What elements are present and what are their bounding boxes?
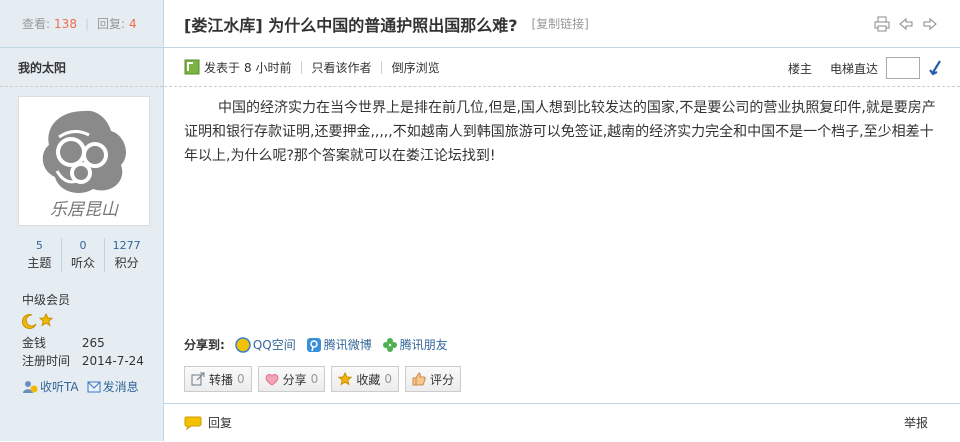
post-title[interactable]: [娄江水库] 为什么中国的普通护照出国那么难? <box>184 12 517 36</box>
online-status-icon <box>184 59 200 75</box>
post-meta: 发表于 8 小时前 | 只看该作者 | 倒序浏览 楼主 电梯直达 <box>164 48 960 87</box>
floor-controls: 楼主 电梯直达 <box>788 57 942 79</box>
post-content: 中国的经济实力在当今世界上是排在前几位,但是,国人想到比较发达的国家,不是要公司… <box>184 100 936 164</box>
stat-followers[interactable]: 0 听众 <box>62 238 106 272</box>
share-bar: 分享到: QQ空间 腾讯微博 腾讯朋友 <box>184 336 448 353</box>
prev-thread-icon[interactable] <box>898 16 914 32</box>
divider: | <box>379 60 384 74</box>
moon-icon <box>22 314 37 329</box>
favorite-button[interactable]: 收藏 0 <box>331 366 399 392</box>
share-label-text: QQ空间 <box>252 338 296 352</box>
floor-label: 楼主 <box>787 61 812 76</box>
stat-value: 1277 <box>112 239 141 252</box>
stat-label: 主题 <box>27 256 52 270</box>
stat-label: 听众 <box>71 256 96 270</box>
copy-link-button[interactable]: [复制链接] <box>531 15 588 32</box>
message-label: 发消息 <box>102 380 139 394</box>
avatar-logo-icon: 乐居昆山 <box>42 110 126 220</box>
user-rank[interactable]: 中级会员 <box>22 291 70 308</box>
share-label: 分享到: <box>184 338 225 352</box>
divider: | <box>299 60 304 74</box>
follow-button[interactable]: 收听TA <box>22 378 79 395</box>
reply-button[interactable]: 回复 <box>184 414 232 431</box>
info-key: 金钱 <box>22 336 47 350</box>
share-label-text: 腾讯朋友 <box>399 338 448 352</box>
tencent-weibo-icon <box>306 337 321 352</box>
heart-icon <box>265 373 279 386</box>
clover-icon <box>382 337 397 352</box>
jump-label: 电梯直达 <box>829 61 878 76</box>
jump-go-icon[interactable] <box>928 60 942 76</box>
stat-value: 5 <box>35 239 43 252</box>
qzone-icon <box>235 336 251 353</box>
mail-icon <box>87 381 101 392</box>
avatar-text: 乐居昆山 <box>50 200 119 220</box>
posted-prefix: 发表于 <box>204 60 241 75</box>
follow-label: 收听TA <box>40 380 79 394</box>
button-label: 评分 <box>429 372 454 387</box>
repost-button[interactable]: 转播 0 <box>184 366 252 392</box>
button-label: 转播 <box>209 372 234 387</box>
share-label-text: 腾讯微博 <box>323 338 372 352</box>
only-author-link[interactable]: 只看该作者 <box>312 59 372 76</box>
posted-info: 发表于 8 小时前 <box>184 59 291 76</box>
author-sidebar: 查看: 138 | 回复: 4 我的太阳 乐居昆山 5 主题 0 听众 1277… <box>0 0 164 441</box>
info-value: 265 <box>81 336 105 350</box>
info-value: 2014-7-24 <box>81 354 144 368</box>
button-count: 0 <box>310 372 319 386</box>
rank-badges <box>22 313 53 329</box>
next-thread-icon[interactable] <box>922 16 938 32</box>
button-count: 0 <box>237 372 245 386</box>
button-label: 收藏 <box>356 372 381 387</box>
rate-button[interactable]: 评分 <box>404 366 461 392</box>
share-qzone-link[interactable]: QQ空间 <box>235 336 296 353</box>
stat-topics[interactable]: 5 主题 <box>18 238 62 272</box>
post-area: [娄江水库] 为什么中国的普通护照出国那么难? [复制链接] 发表于 8 小时前… <box>164 0 960 441</box>
reverse-view-link[interactable]: 倒序浏览 <box>392 59 440 76</box>
speech-bubble-icon <box>184 416 202 430</box>
info-row-register: 注册时间 2014-7-24 <box>22 352 144 370</box>
post-header: [娄江水库] 为什么中国的普通护照出国那么难? [复制链接] <box>164 0 960 48</box>
add-user-icon <box>23 380 38 393</box>
page: 查看: 138 | 回复: 4 我的太阳 乐居昆山 5 主题 0 听众 1277… <box>0 0 960 441</box>
views-label: 查看: <box>22 17 51 31</box>
avatar[interactable]: 乐居昆山 <box>18 96 150 226</box>
posted-time: 8 小时前 <box>244 60 292 75</box>
print-icon[interactable] <box>874 16 890 32</box>
button-label: 分享 <box>282 372 307 387</box>
views-count: 138 <box>54 16 77 31</box>
replies-count: 4 <box>129 16 137 31</box>
repost-icon <box>191 372 205 386</box>
divider: | <box>84 16 89 31</box>
message-button[interactable]: 发消息 <box>87 378 139 395</box>
author-name[interactable]: 我的太阳 <box>0 48 163 87</box>
report-button[interactable]: 举报 <box>904 414 928 431</box>
thread-stats: 查看: 138 | 回复: 4 <box>0 0 163 48</box>
user-actions: 收听TA 发消息 <box>22 378 139 395</box>
stat-value: 0 <box>79 239 87 252</box>
replies-label: 回复: <box>97 17 126 31</box>
floor-jump-input[interactable] <box>886 57 920 79</box>
post-footer: 回复 举报 <box>164 403 960 442</box>
user-stats: 5 主题 0 听众 1277 积分 <box>18 238 148 272</box>
reply-label: 回复 <box>208 416 233 430</box>
stat-points[interactable]: 1277 积分 <box>105 238 148 272</box>
share-button[interactable]: 分享 0 <box>257 366 326 392</box>
share-tweibo-link[interactable]: 腾讯微博 <box>306 336 372 353</box>
stat-label: 积分 <box>114 256 139 270</box>
button-count: 0 <box>384 372 392 386</box>
user-info: 金钱 265 注册时间 2014-7-24 <box>22 334 144 370</box>
star-icon <box>39 313 53 327</box>
thumbs-up-icon <box>412 372 426 386</box>
post-action-buttons: 转播 0 分享 0 收藏 0 评分 <box>184 366 461 392</box>
post-tools <box>874 16 938 32</box>
info-row-money: 金钱 265 <box>22 334 144 352</box>
info-key: 注册时间 <box>22 354 71 368</box>
share-friends-link[interactable]: 腾讯朋友 <box>382 336 448 353</box>
star-icon <box>338 372 353 386</box>
